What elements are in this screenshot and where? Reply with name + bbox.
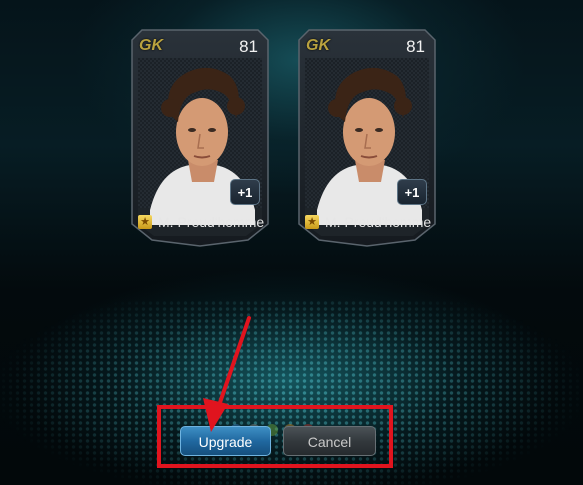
position-label: GK — [306, 37, 330, 54]
player-card[interactable]: GK 81 +1 ★ M. Preud'homme — [297, 28, 437, 248]
upgrade-screen: GK 81 +1 ★ M. Preud'homme GK 81 +1 ★ M. … — [0, 0, 583, 485]
upgrade-plus-one-icon: +1 — [397, 179, 427, 205]
position-label: GK — [139, 37, 163, 54]
upgrade-plus-one-icon: +1 — [230, 179, 260, 205]
rating-value: 81 — [239, 37, 258, 56]
annotation-highlight-box — [157, 405, 393, 468]
rating-value: 81 — [406, 37, 425, 56]
player-nameplate: ★ M. Preud'homme — [138, 212, 266, 232]
gold-star-icon: ★ — [305, 215, 319, 229]
player-nameplate: ★ M. Preud'homme — [305, 212, 433, 232]
player-name: M. Preud'homme — [325, 214, 432, 230]
player-card[interactable]: GK 81 +1 ★ M. Preud'homme — [130, 28, 270, 248]
player-name: M. Preud'homme — [158, 214, 265, 230]
gold-star-icon: ★ — [138, 215, 152, 229]
